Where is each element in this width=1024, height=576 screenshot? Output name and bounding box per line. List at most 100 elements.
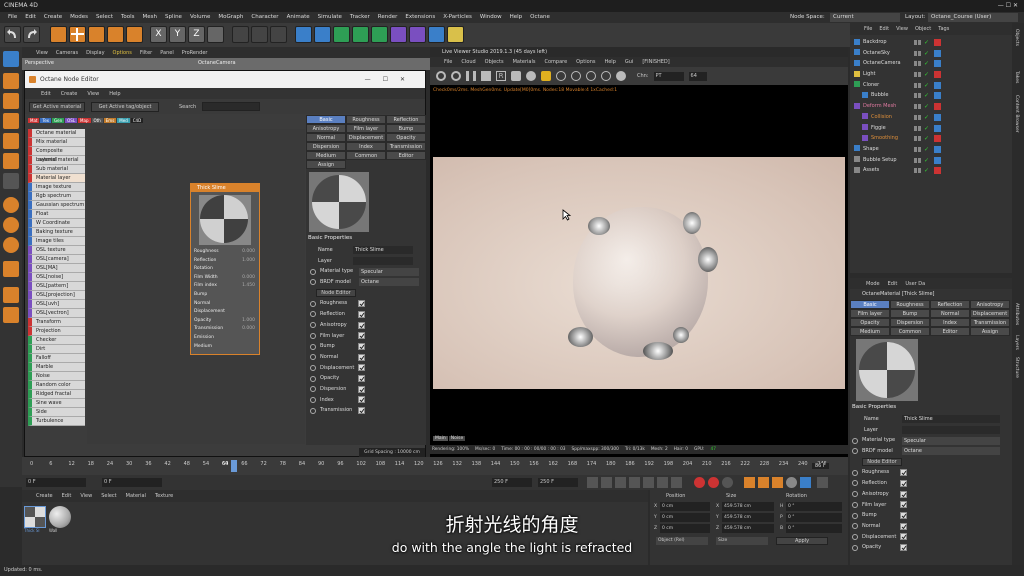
keyframe-selection-icon[interactable] bbox=[722, 477, 733, 488]
viewport-menu-prorender[interactable]: ProRender bbox=[182, 50, 208, 56]
checkbox[interactable] bbox=[358, 343, 365, 351]
visibility-dots-icon[interactable] bbox=[914, 82, 917, 88]
property-tab[interactable]: Medium bbox=[850, 327, 890, 336]
property-tab[interactable]: Basic bbox=[850, 300, 890, 309]
property-tab[interactable]: Film layer bbox=[346, 124, 386, 133]
category-oth[interactable]: Oth bbox=[91, 117, 103, 123]
node-card-port-label[interactable]: Normal bbox=[194, 300, 210, 309]
enable-check-icon[interactable]: ✓ bbox=[924, 166, 929, 177]
lv-restart-icon[interactable] bbox=[451, 71, 461, 81]
lv-menu-file[interactable]: File bbox=[444, 59, 452, 65]
category-gen[interactable]: Gen bbox=[52, 117, 65, 123]
visibility-dots-icon[interactable] bbox=[914, 168, 917, 174]
vtab-structure[interactable]: Structure bbox=[1014, 357, 1019, 378]
mm-menu-view[interactable]: View bbox=[80, 493, 92, 499]
menu-mesh[interactable]: Mesh bbox=[143, 14, 157, 20]
am-name-field[interactable]: Thick Slime bbox=[902, 415, 1000, 424]
workplane-icon[interactable] bbox=[3, 237, 19, 253]
menu-window[interactable]: Window bbox=[480, 14, 502, 20]
am-layer-field[interactable] bbox=[902, 426, 1000, 435]
lv-light-icon[interactable] bbox=[616, 71, 626, 81]
key-position-icon[interactable] bbox=[744, 477, 755, 488]
lv-menu-materials[interactable]: Materials bbox=[513, 59, 536, 65]
node-list-item[interactable]: Turbulence bbox=[28, 417, 85, 426]
node-card-port-label[interactable]: Reflection bbox=[194, 257, 216, 266]
property-tab[interactable]: Normal bbox=[930, 309, 970, 318]
checkbox[interactable] bbox=[358, 385, 365, 393]
object-tag-icon[interactable] bbox=[934, 49, 941, 57]
node-card-port-label[interactable]: Roughness bbox=[194, 248, 219, 257]
get-active-material-button[interactable]: Get Active material bbox=[29, 101, 85, 112]
am-brdf-select[interactable]: Octane bbox=[902, 447, 1000, 456]
visibility-dots-icon[interactable] bbox=[914, 114, 917, 120]
window-controls[interactable]: — ☐ ✕ bbox=[998, 0, 1018, 12]
animate-radio[interactable] bbox=[852, 469, 858, 476]
lv-menu-help[interactable]: Help bbox=[604, 59, 615, 65]
animate-radio[interactable] bbox=[852, 501, 858, 508]
menu-xparticles[interactable]: X-Particles bbox=[443, 14, 472, 20]
lv-pick-material-icon[interactable] bbox=[571, 71, 581, 81]
timeline-ruler[interactable]: 0 6 12 18 24 30 36 42 48 54 60 66 72 78 84 90 96 102 108 11… bbox=[22, 457, 848, 475]
property-tab[interactable]: Medium bbox=[306, 151, 346, 160]
viewport-menu-options[interactable]: Options bbox=[113, 50, 132, 56]
lv-region-icon[interactable]: R bbox=[496, 71, 506, 81]
axis-mode-icon[interactable] bbox=[3, 173, 19, 189]
x-axis-icon[interactable]: X bbox=[150, 26, 167, 43]
menu-tools[interactable]: Tools bbox=[121, 14, 135, 20]
ne-node-editor-button[interactable]: Node Editor bbox=[316, 289, 356, 298]
node-list-item[interactable]: Transform bbox=[28, 318, 85, 327]
visibility-dots-icon[interactable] bbox=[914, 50, 917, 56]
object-row[interactable]: Shape ✓ bbox=[850, 144, 1012, 155]
node-list-item[interactable]: OSL[vectron] bbox=[28, 309, 85, 318]
ne-menu-view[interactable]: View bbox=[87, 91, 99, 97]
timeline-settings-icon[interactable] bbox=[817, 477, 828, 488]
property-tab[interactable]: Roughness bbox=[346, 115, 386, 124]
menu-octane[interactable]: Octane bbox=[530, 14, 550, 20]
menu-edit[interactable]: Edit bbox=[25, 14, 36, 20]
visibility-dots-icon[interactable] bbox=[914, 93, 917, 99]
animate-radio[interactable] bbox=[310, 332, 316, 339]
go-to-start-icon[interactable] bbox=[587, 477, 598, 488]
visibility-dots-icon[interactable] bbox=[914, 40, 917, 45]
checkbox[interactable] bbox=[358, 321, 365, 329]
node-list-item[interactable]: Mix material bbox=[28, 138, 85, 147]
render-picture-icon[interactable] bbox=[251, 26, 268, 43]
edges-mode-icon[interactable] bbox=[3, 133, 19, 149]
viewport-menu-panel[interactable]: Panel bbox=[160, 50, 174, 56]
generator-icon[interactable] bbox=[352, 26, 369, 43]
lv-pause-icon[interactable] bbox=[466, 71, 476, 81]
property-tab[interactable]: Index bbox=[346, 142, 386, 151]
checkbox[interactable] bbox=[900, 490, 907, 498]
prev-key-icon[interactable] bbox=[601, 477, 612, 488]
lv-menu-gui[interactable]: Gui bbox=[625, 59, 633, 65]
node-card-port-label[interactable]: Film index bbox=[194, 282, 217, 291]
property-tab[interactable]: Index bbox=[930, 318, 970, 327]
viewport-menu-view[interactable]: View bbox=[36, 50, 48, 56]
node-list-item[interactable]: OSL[camera] bbox=[28, 255, 85, 264]
texture-mode-icon[interactable] bbox=[3, 93, 19, 109]
subdivision-icon[interactable] bbox=[333, 26, 350, 43]
property-tab[interactable]: Bump bbox=[890, 309, 930, 318]
node-list-item[interactable]: OSL[noise] bbox=[28, 273, 85, 282]
visibility-dots-icon[interactable] bbox=[914, 72, 917, 78]
node-card-port-label[interactable]: Opacity bbox=[194, 317, 211, 326]
node-list-item[interactable]: Sine wave bbox=[28, 399, 85, 408]
object-tag-icon[interactable] bbox=[934, 71, 941, 79]
lv-pick-object-icon[interactable] bbox=[601, 71, 611, 81]
move-tool-icon[interactable] bbox=[69, 26, 86, 43]
property-tab[interactable]: Displacement bbox=[970, 309, 1010, 318]
vtab-attributes[interactable]: Attributes bbox=[1014, 303, 1019, 325]
animate-radio[interactable] bbox=[310, 322, 316, 329]
om-menu-edit[interactable]: Edit bbox=[879, 26, 889, 32]
node-list-item[interactable]: Composite material bbox=[28, 147, 85, 163]
render-image[interactable] bbox=[433, 157, 845, 389]
category-map[interactable]: Map bbox=[78, 117, 91, 123]
node-list-item[interactable]: Side bbox=[28, 408, 85, 417]
am-brdf-radio[interactable] bbox=[852, 448, 858, 455]
lv-menu-options[interactable]: Options bbox=[576, 59, 595, 65]
ne-layer-field[interactable] bbox=[353, 257, 413, 266]
property-tab[interactable]: Basic bbox=[306, 115, 346, 124]
node-editor-window-controls[interactable]: —☐✕ bbox=[365, 71, 417, 88]
node-card-port-label[interactable]: Emission bbox=[194, 334, 214, 343]
object-tag-icon[interactable] bbox=[934, 103, 941, 111]
